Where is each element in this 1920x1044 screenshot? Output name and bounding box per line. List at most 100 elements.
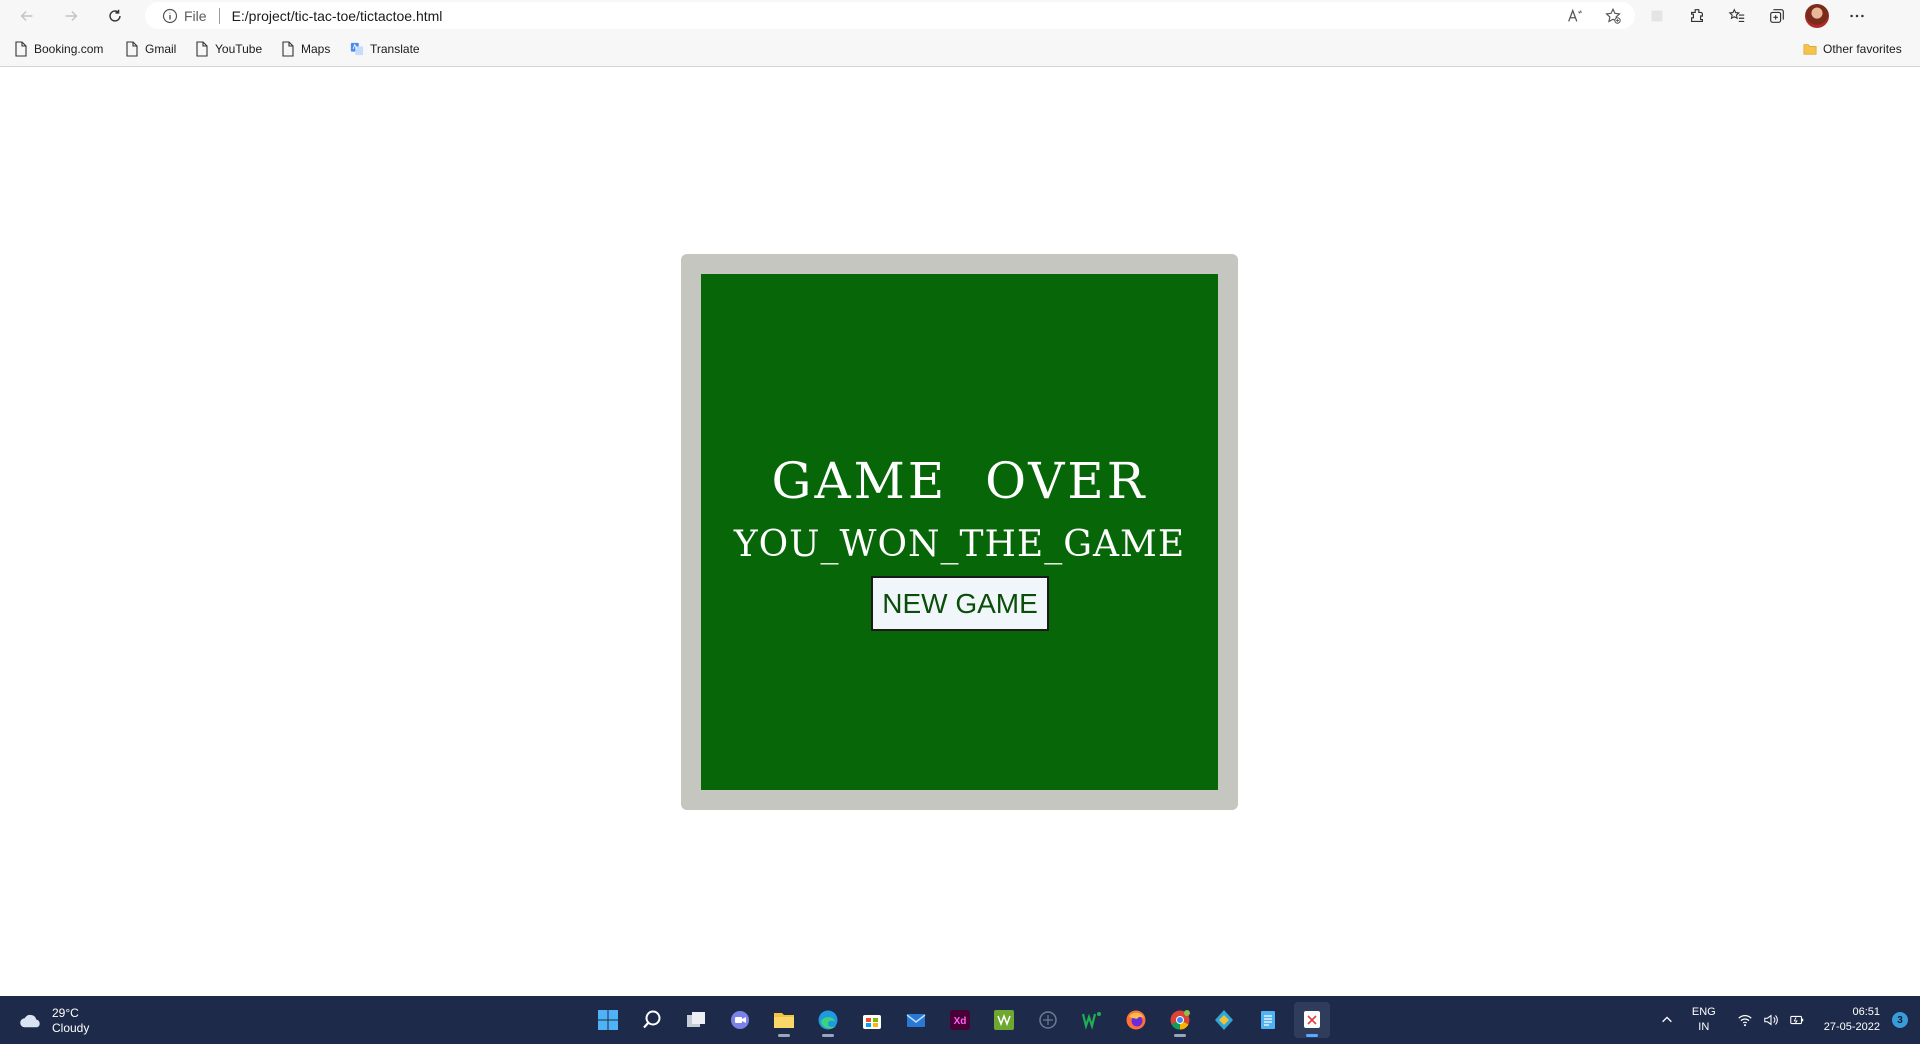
battery-icon[interactable] (1788, 1011, 1806, 1029)
favorite-label: Maps (301, 42, 331, 56)
snipping-icon (1304, 1011, 1320, 1028)
read-aloud-icon[interactable] (1563, 4, 1587, 28)
word-app-button[interactable] (1074, 1002, 1110, 1038)
adobe-xd-button[interactable]: Xd (942, 1002, 978, 1038)
page-icon (15, 41, 27, 57)
profile-avatar[interactable] (1805, 3, 1829, 28)
address-bar[interactable]: File E:/project/tic-tac-toe/tictactoe.ht… (145, 2, 1635, 29)
snipping-tool-button[interactable] (1294, 1002, 1330, 1038)
file-explorer-icon (774, 1013, 794, 1028)
notepad-button[interactable] (1250, 1002, 1286, 1038)
green-app-button[interactable] (986, 1002, 1022, 1038)
chrome-icon (1170, 1010, 1190, 1030)
address-separator (218, 7, 220, 24)
notepad-icon (1261, 1011, 1275, 1029)
firefox-button[interactable] (1118, 1002, 1154, 1038)
other-favorites-label: Other favorites (1823, 42, 1902, 56)
favorite-youtube[interactable]: YouTube (195, 39, 262, 59)
game-frame: GAME OVER YOU_WON_THE_GAME NEW GAME (681, 254, 1238, 810)
windows-taskbar: 29°C Cloudy Xd ENG IN 06:51 27-05-2022 3 (0, 996, 1920, 1044)
start-button[interactable] (590, 1002, 626, 1038)
input-language[interactable]: ENG IN (1692, 1005, 1716, 1035)
folder-icon (1803, 44, 1817, 55)
chat-button[interactable] (722, 1002, 758, 1038)
weather-condition: Cloudy (52, 1021, 90, 1035)
translate-icon (350, 42, 364, 56)
task-view-button[interactable] (678, 1002, 714, 1038)
notification-badge[interactable]: 3 (1892, 1012, 1908, 1028)
search-icon (643, 1010, 661, 1029)
page-icon (282, 41, 294, 57)
clock[interactable]: 06:51 27-05-2022 (1824, 1005, 1880, 1035)
add-favorite-icon[interactable] (1601, 4, 1625, 28)
start-icon (598, 1010, 618, 1030)
store-icon (863, 1015, 881, 1029)
svg-text:Xd: Xd (954, 1016, 967, 1027)
extensions-icon[interactable] (1685, 4, 1709, 28)
refresh-button[interactable] (100, 3, 130, 29)
running-indicator (822, 1034, 834, 1037)
refresh-icon (109, 9, 121, 22)
collections-placeholder-icon[interactable] (1645, 4, 1669, 28)
language-code: ENG (1691, 1006, 1716, 1018)
task-view-icon (687, 1012, 705, 1027)
word-like-icon (1081, 1012, 1101, 1030)
chrome-button[interactable] (1162, 1002, 1198, 1038)
app-icon (994, 1010, 1014, 1030)
more-menu-icon[interactable] (1845, 4, 1869, 28)
favorite-label: Gmail (145, 42, 177, 56)
firefox-icon (1126, 1010, 1146, 1030)
game-result-text: YOU_WON_THE_GAME (733, 524, 1186, 565)
favorite-booking[interactable]: Booking.com (14, 39, 103, 59)
cloud-icon (20, 1014, 40, 1028)
wifi-icon[interactable] (1736, 1011, 1754, 1029)
language-region: IN (1698, 1021, 1710, 1033)
search-button[interactable] (634, 1002, 670, 1038)
active-indicator (1306, 1034, 1318, 1037)
taskbar-apps: Xd (590, 1002, 1330, 1038)
vpn-app-button[interactable] (1206, 1002, 1242, 1038)
system-tray: ENG IN 06:51 27-05-2022 3 (1650, 996, 1920, 1044)
adobe-xd-icon: Xd (950, 1010, 970, 1030)
info-icon[interactable] (162, 8, 178, 24)
new-game-button[interactable]: NEW GAME (871, 576, 1049, 631)
running-indicator (1174, 1034, 1186, 1037)
mail-button[interactable] (898, 1002, 934, 1038)
favorites-icon[interactable] (1725, 4, 1749, 28)
favorite-label: Translate (370, 42, 420, 56)
back-arrow-icon (20, 10, 33, 22)
favorite-label: YouTube (215, 42, 263, 56)
browser-toolbar: File E:/project/tic-tac-toe/tictactoe.ht… (0, 0, 1920, 31)
weather-temp: 29°C (52, 1006, 79, 1020)
address-scheme-label: File (184, 7, 207, 24)
favorite-label: Booking.com (34, 42, 104, 56)
favorite-translate[interactable]: Translate (350, 39, 420, 59)
address-url[interactable]: E:/project/tic-tac-toe/tictactoe.html (232, 8, 443, 24)
show-hidden-icons[interactable] (1658, 1011, 1676, 1029)
running-indicator (778, 1034, 790, 1037)
page-icon (196, 41, 208, 57)
game-over-title: GAME OVER (771, 452, 1148, 510)
clock-date: 27-05-2022 (1823, 1021, 1880, 1033)
page-icon (126, 41, 138, 57)
clock-time: 06:51 (1852, 1006, 1880, 1018)
favorite-maps[interactable]: Maps (281, 39, 330, 59)
forward-arrow-icon (65, 10, 78, 22)
vpn-icon (1215, 1010, 1233, 1030)
teams-chat-icon (731, 1011, 749, 1029)
store-button[interactable] (854, 1002, 890, 1038)
back-button[interactable] (12, 3, 42, 29)
file-explorer-button[interactable] (766, 1002, 802, 1038)
vscode-like-icon (1039, 1011, 1057, 1029)
mail-icon (906, 1014, 926, 1027)
favorites-bar: Booking.com Gmail YouTube Maps Translate… (0, 31, 1920, 67)
weather-widget[interactable]: 29°C Cloudy (18, 1006, 89, 1036)
edge-button[interactable] (810, 1002, 846, 1038)
favorite-gmail[interactable]: Gmail (125, 39, 176, 59)
game-board: GAME OVER YOU_WON_THE_GAME NEW GAME (701, 274, 1218, 790)
collections-icon[interactable] (1765, 4, 1789, 28)
forward-button[interactable] (56, 3, 86, 29)
other-favorites[interactable]: Other favorites (1803, 39, 1902, 59)
volume-icon[interactable] (1762, 1011, 1780, 1029)
dev-tool-button[interactable] (1030, 1002, 1066, 1038)
